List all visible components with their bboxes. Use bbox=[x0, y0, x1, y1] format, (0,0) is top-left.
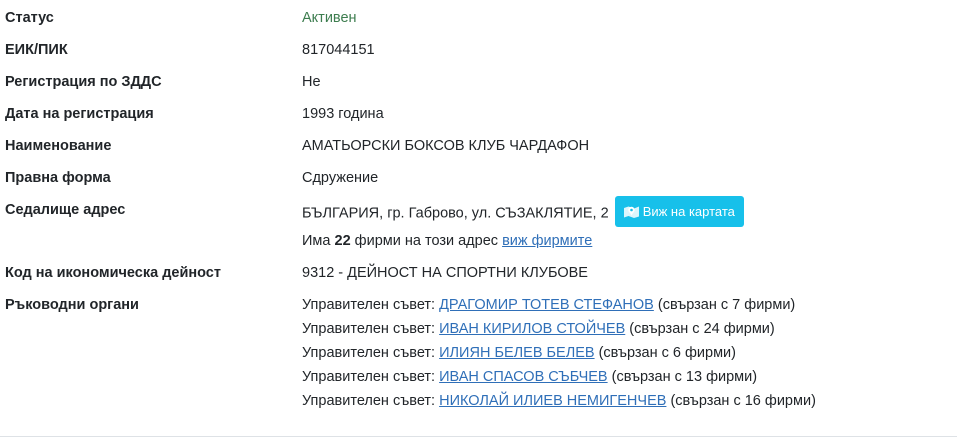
member-note: (свързан с 16 фирми) bbox=[670, 393, 816, 409]
name-label: Наименование bbox=[5, 138, 112, 154]
management-member: Управителен съвет: ДРАГОМИР ТОТЕВ СТЕФАН… bbox=[302, 293, 816, 317]
vat-label: Регистрация по ЗДДС bbox=[5, 74, 162, 90]
management-label: Ръководни органи bbox=[5, 297, 139, 313]
reg-date-label: Дата на регистрация bbox=[5, 106, 154, 122]
view-on-map-button[interactable]: Виж на картата bbox=[614, 196, 744, 227]
firms-suffix: фирми на този адрес bbox=[354, 233, 499, 249]
address-block: БЪЛГАРИЯ, гр. Габрово, ул. СЪЗАКЛЯТИЕ, 2… bbox=[302, 196, 744, 253]
firms-prefix: Има bbox=[302, 233, 331, 249]
member-role: Управителен съвет: bbox=[302, 393, 436, 409]
reg-date-value: 1993 година bbox=[302, 106, 384, 122]
member-role: Управителен съвет: bbox=[302, 369, 436, 385]
legal-form-value: Сдружение bbox=[302, 170, 379, 186]
member-note: (свързан с 6 фирми) bbox=[598, 345, 736, 361]
eik-label: ЕИК/ПИК bbox=[5, 42, 68, 58]
member-name-link[interactable]: ДРАГОМИР ТОТЕВ СТЕФАНОВ bbox=[439, 297, 654, 313]
member-role: Управителен съвет: bbox=[302, 321, 436, 337]
vat-value: Не bbox=[302, 74, 321, 90]
status-label: Статус bbox=[5, 10, 54, 26]
management-member: Управителен съвет: НИКОЛАЙ ИЛИЕВ НЕМИГЕН… bbox=[302, 389, 816, 413]
map-marker-icon bbox=[623, 206, 639, 219]
member-name-link[interactable]: НИКОЛАЙ ИЛИЕВ НЕМИГЕНЧЕВ bbox=[439, 393, 666, 409]
name-value: АМАТЬОРСКИ БОКСОВ КЛУБ ЧАРДАФОН bbox=[302, 138, 590, 154]
member-name-link[interactable]: ИВАН СПАСОВ СЪБЧЕВ bbox=[439, 369, 608, 385]
firms-count: 22 bbox=[334, 233, 351, 249]
member-name-link[interactable]: ИВАН КИРИЛОВ СТОЙЧЕВ bbox=[439, 321, 625, 337]
member-name-link[interactable]: ИЛИЯН БЕЛЕВ БЕЛЕВ bbox=[439, 345, 594, 361]
activity-label: Код на икономическа дейност bbox=[5, 265, 221, 281]
address-value: БЪЛГАРИЯ, гр. Габрово, ул. СЪЗАКЛЯТИЕ, 2 bbox=[302, 205, 609, 222]
eik-value: 817044151 bbox=[302, 42, 375, 58]
member-role: Управителен съвет: bbox=[302, 297, 436, 313]
activity-value: 9312 - ДЕЙНОСТ НА СПОРТНИ КЛУБОВЕ bbox=[302, 265, 588, 281]
management-list: Управителен съвет: ДРАГОМИР ТОТЕВ СТЕФАН… bbox=[302, 293, 816, 413]
member-note: (свързан с 7 фирми) bbox=[657, 297, 796, 313]
address-label: Седалище адрес bbox=[5, 202, 126, 218]
view-on-map-label: Виж на картата bbox=[642, 204, 735, 219]
status-value: Активен bbox=[302, 10, 357, 26]
management-member: Управителен съвет: ИЛИЯН БЕЛЕВ БЕЛЕВ (св… bbox=[302, 341, 816, 365]
management-member: Управителен съвет: ИВАН КИРИЛОВ СТОЙЧЕВ … bbox=[302, 317, 816, 341]
legal-form-label: Правна форма bbox=[5, 170, 111, 186]
member-role: Управителен съвет: bbox=[302, 345, 436, 361]
member-note: (свързан с 13 фирми) bbox=[611, 369, 758, 385]
management-member: Управителен съвет: ИВАН СПАСОВ СЪБЧЕВ (с… bbox=[302, 365, 816, 389]
member-note: (свързан с 24 фирми) bbox=[629, 321, 775, 337]
section-divider bbox=[0, 436, 957, 437]
view-firms-link[interactable]: виж фирмите bbox=[502, 233, 592, 249]
